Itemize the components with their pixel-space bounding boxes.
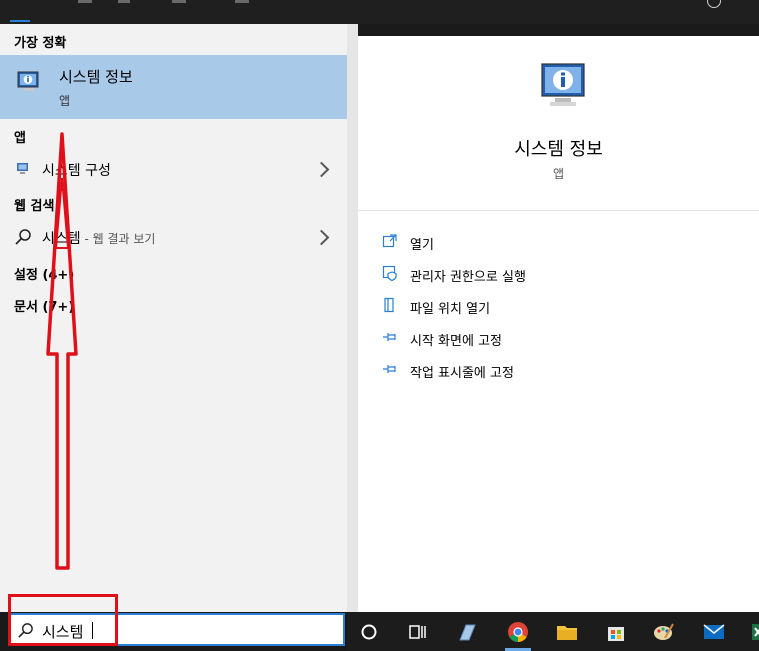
app-icon[interactable] — [455, 620, 479, 644]
chrome-icon[interactable] — [506, 620, 530, 644]
preview-pane: 시스템 정보 앱 열기 관리자 권한으로 실행 파일 위치 열기 시작 화면에 … — [358, 36, 759, 612]
shield-icon — [382, 265, 397, 281]
action-run-as-admin[interactable]: 관리자 권한으로 실행 — [358, 262, 759, 286]
tab-documents[interactable] — [118, 0, 130, 3]
annotation-box — [8, 594, 118, 646]
file-location-icon — [384, 297, 394, 313]
store-icon[interactable] — [604, 620, 628, 644]
tab-web[interactable] — [172, 0, 186, 3]
preview-title: 시스템 정보 — [514, 139, 603, 160]
action-label: 관리자 권한으로 실행 — [410, 270, 526, 285]
taskbar — [347, 612, 759, 651]
search-icon — [15, 229, 31, 245]
action-pin-to-taskbar[interactable]: 작업 표시줄에 고정 — [358, 358, 759, 382]
apps-header: 앱 — [14, 131, 26, 146]
chevron-right-icon[interactable] — [313, 161, 330, 178]
tab-more[interactable] — [235, 0, 249, 3]
preview-subtitle: 앱 — [552, 167, 565, 181]
action-open-file-location[interactable]: 파일 위치 열기 — [358, 294, 759, 318]
action-label: 열기 — [410, 238, 434, 253]
system-info-icon — [17, 71, 39, 91]
pin-icon — [383, 333, 396, 341]
best-match-header: 가장 정확 — [14, 36, 67, 51]
best-match-title: 시스템 정보 — [59, 68, 133, 86]
user-icon[interactable] — [707, 0, 721, 8]
open-icon — [382, 234, 397, 248]
pane-gap — [347, 24, 358, 612]
action-label: 시작 화면에 고정 — [410, 334, 502, 349]
task-view-icon[interactable] — [405, 620, 429, 644]
chevron-right-icon[interactable] — [313, 229, 330, 246]
web-search-suffix: - 웹 결과 보기 — [80, 232, 156, 246]
file-explorer-icon[interactable] — [555, 620, 579, 644]
tab-apps[interactable] — [78, 0, 92, 3]
system-config-icon — [17, 163, 28, 174]
annotation-up-arrow — [46, 132, 78, 570]
excel-icon[interactable] — [750, 620, 759, 644]
action-pin-to-start[interactable]: 시작 화면에 고정 — [358, 326, 759, 350]
paint-icon[interactable] — [652, 620, 676, 644]
best-match-item[interactable]: 시스템 정보 앱 — [0, 55, 347, 119]
mail-icon[interactable] — [702, 620, 726, 644]
action-open[interactable]: 열기 — [358, 230, 759, 254]
action-label: 파일 위치 열기 — [410, 302, 491, 317]
cortana-icon[interactable] — [357, 620, 381, 644]
divider — [358, 210, 759, 211]
tab-all[interactable] — [10, 0, 30, 22]
best-match-subtitle: 앱 — [59, 94, 71, 108]
action-label: 작업 표시줄에 고정 — [410, 366, 514, 381]
search-tab-bar — [0, 0, 759, 24]
system-info-large-icon — [541, 63, 585, 106]
pin-icon — [383, 365, 396, 373]
